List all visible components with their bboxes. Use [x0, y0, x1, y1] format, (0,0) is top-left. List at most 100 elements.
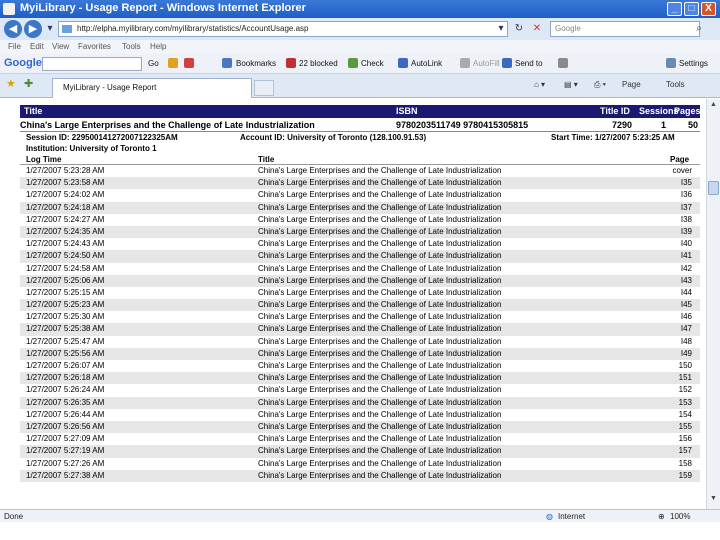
- menu-view[interactable]: View: [52, 42, 69, 51]
- autofill-button[interactable]: AutoFill: [473, 59, 500, 68]
- log-title-cell: China's Large Enterprises and the Challe…: [258, 434, 502, 444]
- log-time-cell: 1/27/2007 5:25:15 AM: [26, 287, 105, 297]
- log-title-cell: China's Large Enterprises and the Challe…: [258, 239, 502, 249]
- log-title-cell: China's Large Enterprises and the Challe…: [258, 263, 502, 273]
- status-bar: Done ◍ Internet ⊕ 100%: [0, 509, 720, 522]
- log-time-cell: 1/27/2007 5:24:50 AM: [26, 251, 105, 261]
- address-toolbar: ◀ ▶ ▾ http://elpha.myilibrary.com/myilib…: [0, 18, 720, 40]
- menu-tools[interactable]: Tools: [122, 42, 141, 51]
- settings-button[interactable]: Settings: [679, 59, 708, 68]
- log-page-cell: 153: [678, 397, 692, 407]
- scrollbar-thumb[interactable]: [708, 181, 719, 195]
- autolink-button[interactable]: AutoLink: [411, 59, 442, 68]
- toolbar-icon[interactable]: [168, 58, 178, 68]
- table-row: 1/27/2007 5:26:24 AM China's Large Enterp…: [20, 384, 700, 396]
- log-title-cell: China's Large Enterprises and the Challe…: [258, 287, 502, 297]
- minimize-button[interactable]: _: [667, 2, 682, 16]
- log-page-cell: I36: [680, 190, 692, 200]
- google-go-button[interactable]: Go: [148, 59, 159, 68]
- address-dropdown-icon[interactable]: ▾: [494, 22, 508, 36]
- scroll-down-icon[interactable]: ▼: [708, 495, 719, 505]
- book-sessions: 1: [661, 120, 667, 130]
- blocked-button[interactable]: 22 blocked: [299, 59, 338, 68]
- log-page-cell: I44: [680, 287, 692, 297]
- zone-text: Internet: [558, 512, 586, 521]
- zoom-icon[interactable]: ⊕: [658, 512, 665, 521]
- menu-help[interactable]: Help: [150, 42, 166, 51]
- scroll-up-icon[interactable]: ▲: [708, 101, 719, 111]
- favorites-star-icon[interactable]: ★: [6, 77, 16, 90]
- zoom-level[interactable]: 100%: [670, 512, 690, 521]
- tools-menu-button[interactable]: Tools: [666, 80, 685, 89]
- table-row: 1/27/2007 5:23:58 AM China's Large Enterp…: [20, 177, 700, 190]
- log-page-cell: I38: [680, 214, 692, 224]
- log-title-cell: China's Large Enterprises and the Challe…: [258, 190, 502, 200]
- autofill-icon: [460, 58, 470, 68]
- log-title-cell: China's Large Enterprises and the Challe…: [258, 470, 502, 480]
- forward-button[interactable]: ▶: [24, 20, 42, 38]
- log-page-cell: I42: [680, 263, 692, 273]
- maximize-button[interactable]: □: [684, 2, 699, 16]
- menu-favorites[interactable]: Favorites: [78, 42, 111, 51]
- table-row: 1/27/2007 5:24:50 AM China's Large Enterp…: [20, 250, 700, 263]
- log-title-cell: China's Large Enterprises and the Challe…: [258, 324, 502, 334]
- back-button[interactable]: ◀: [4, 20, 22, 38]
- log-title-cell: China's Large Enterprises and the Challe…: [258, 385, 502, 395]
- table-row: 1/27/2007 5:24:27 AM China's Large Enterp…: [20, 214, 700, 226]
- table-row: 1/27/2007 5:26:07 AM China's Large Enterp…: [20, 360, 700, 372]
- log-title-cell: China's Large Enterprises and the Challe…: [258, 275, 502, 285]
- log-time-cell: 1/27/2007 5:24:35 AM: [26, 226, 105, 236]
- menu-edit[interactable]: Edit: [30, 42, 44, 51]
- col-isbn: ISBN: [396, 106, 418, 116]
- new-tab-button[interactable]: [254, 80, 274, 96]
- history-dropdown-icon[interactable]: ▾: [43, 22, 57, 36]
- book-pages: 50: [688, 120, 699, 130]
- log-page-cell: I37: [680, 202, 692, 212]
- send-to-icon: [502, 58, 512, 68]
- log-time-cell: 1/27/2007 5:25:06 AM: [26, 275, 105, 285]
- table-row: 1/27/2007 5:26:44 AM China's Large Enterp…: [20, 409, 700, 421]
- account-id: Account ID: University of Toronto (128.1…: [240, 133, 427, 142]
- table-row: 1/27/2007 5:24:02 AM China's Large Enterp…: [20, 189, 700, 201]
- google-search-input[interactable]: [42, 57, 142, 71]
- close-button[interactable]: X: [701, 2, 716, 16]
- log-page-cell: 154: [678, 409, 692, 419]
- log-title-cell: China's Large Enterprises and the Challe…: [258, 178, 502, 188]
- feeds-icon[interactable]: ▤ ▾: [564, 80, 578, 89]
- table-row: 1/27/2007 5:25:56 AM China's Large Enterp…: [20, 347, 700, 360]
- log-page-cell: 151: [678, 373, 692, 383]
- log-col-page: Page: [670, 155, 690, 164]
- log-page-cell: I46: [680, 312, 692, 322]
- table-row: 1/27/2007 5:25:23 AM China's Large Enterp…: [20, 299, 700, 312]
- pencil-icon[interactable]: [558, 58, 568, 68]
- print-icon[interactable]: ⎙ ▾: [594, 80, 606, 90]
- table-row: 1/27/2007 5:27:19 AM China's Large Enterp…: [20, 445, 700, 458]
- check-button[interactable]: Check: [361, 59, 384, 68]
- table-row: 1/27/2007 5:27:26 AM China's Large Enterp…: [20, 458, 700, 470]
- vertical-scrollbar[interactable]: ▲ ▼: [706, 99, 720, 509]
- send-to-button[interactable]: Send to: [515, 59, 543, 68]
- log-title-cell: China's Large Enterprises and the Challe…: [258, 226, 502, 236]
- log-time-cell: 1/27/2007 5:24:02 AM: [26, 190, 105, 200]
- add-favorites-icon[interactable]: ✚: [24, 77, 33, 90]
- title-bar: MyiLibrary - Usage Report - Windows Inte…: [0, 0, 720, 18]
- search-input[interactable]: Google: [550, 21, 700, 37]
- tab-usage-report[interactable]: MyiLibrary - Usage Report: [52, 78, 252, 98]
- search-icon[interactable]: ⌕: [692, 22, 706, 36]
- toolbar-icon[interactable]: [184, 58, 194, 68]
- stop-icon[interactable]: ✕: [530, 22, 544, 36]
- page-menu-button[interactable]: Page: [622, 80, 641, 89]
- address-input[interactable]: http://elpha.myilibrary.com/myilibrary/s…: [58, 21, 508, 37]
- status-text: Done: [4, 512, 24, 521]
- ie-app-icon: [3, 3, 15, 15]
- table-row: 1/27/2007 5:24:58 AM China's Large Enterp…: [20, 263, 700, 275]
- table-row: 1/27/2007 5:23:28 AM China's Large Enterp…: [20, 165, 700, 177]
- bookmarks-button[interactable]: Bookmarks: [236, 59, 276, 68]
- menu-file[interactable]: File: [8, 42, 21, 51]
- log-table-body: 1/27/2007 5:23:28 AM China's Large Enterp…: [20, 165, 700, 482]
- home-icon[interactable]: ⌂ ▾: [534, 80, 545, 89]
- log-time-cell: 1/27/2007 5:26:56 AM: [26, 421, 105, 431]
- log-title-cell: China's Large Enterprises and the Challe…: [258, 251, 502, 261]
- log-title-cell: China's Large Enterprises and the Challe…: [258, 397, 502, 407]
- refresh-icon[interactable]: ↻: [512, 22, 526, 36]
